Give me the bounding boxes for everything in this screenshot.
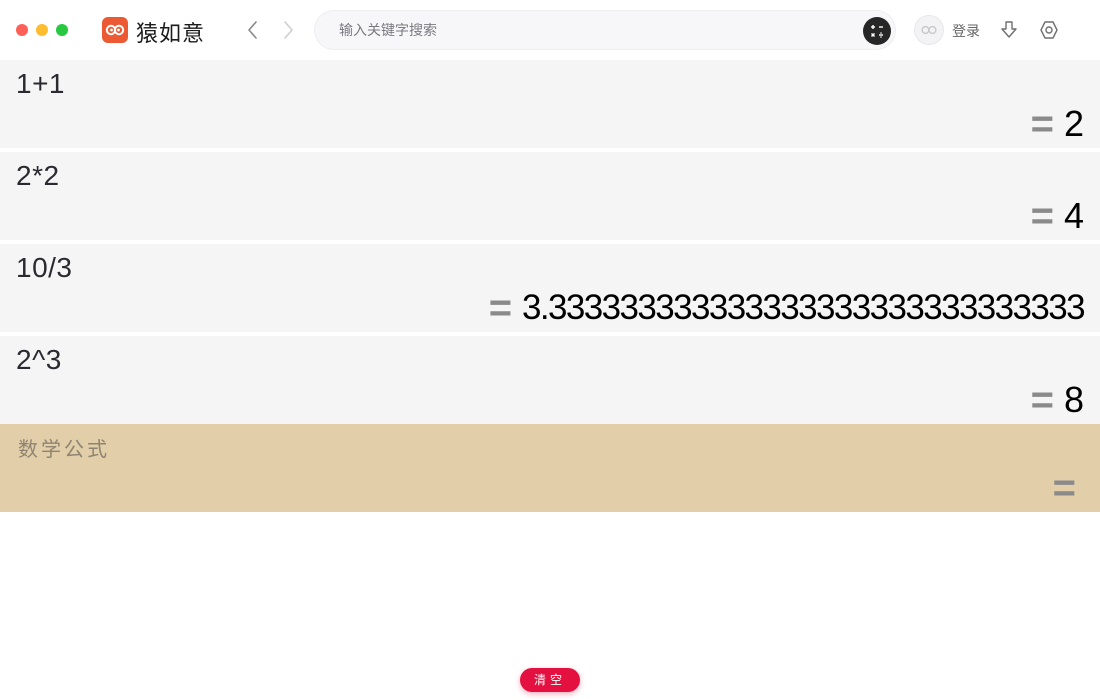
calculation-row[interactable]: 1+1 = 2 xyxy=(0,60,1100,148)
expression-text: 2^3 xyxy=(16,344,62,375)
search-box xyxy=(314,10,896,50)
expression-text: 10/3 xyxy=(16,252,73,283)
title-bar: 猿如意 登录 xyxy=(0,0,1100,60)
result-value: 2 xyxy=(1063,103,1084,144)
search-input[interactable] xyxy=(339,20,839,42)
calculation-row[interactable]: 2*2 = 4 xyxy=(0,152,1100,240)
result-area: = 4 xyxy=(1030,194,1084,238)
login-link[interactable]: 登录 xyxy=(952,21,980,41)
forward-button[interactable] xyxy=(278,18,298,42)
clear-button[interactable]: 清空 xyxy=(520,668,580,692)
equals-sign: = xyxy=(1030,194,1054,238)
equals-sign: = xyxy=(1052,466,1076,510)
expression-text: 1+1 xyxy=(16,68,65,99)
result-area: = 8 xyxy=(1030,378,1084,422)
calculation-row[interactable]: 2^3 = 8 xyxy=(0,336,1100,424)
back-button[interactable] xyxy=(243,18,263,42)
equals-sign: = xyxy=(1030,102,1054,146)
formula-input-row: = xyxy=(0,424,1100,512)
result-area: = 2 xyxy=(1030,102,1084,146)
result-value: 8 xyxy=(1063,379,1084,420)
calculation-list: 1+1 = 2 2*2 = 4 10/3 = 3.333333333333333… xyxy=(0,60,1100,428)
calculation-row[interactable]: 10/3 = 3.333333333333333333333333333333 xyxy=(0,244,1100,332)
minimize-window-button[interactable] xyxy=(36,24,48,36)
result-value: 4 xyxy=(1063,195,1084,236)
equals-sign: = xyxy=(488,286,513,330)
app-name: 猿如意 xyxy=(136,22,206,47)
chevron-right-icon xyxy=(284,21,293,39)
download-icon[interactable] xyxy=(998,19,1020,41)
user-avatar-icon xyxy=(921,25,937,35)
maximize-window-button[interactable] xyxy=(56,24,68,36)
calculator-icon[interactable] xyxy=(863,17,891,45)
result-value: 3.333333333333333333333333333333 xyxy=(522,288,1086,327)
settings-icon[interactable] xyxy=(1038,19,1060,41)
result-area: = 3.333333333333333333333333333333 xyxy=(488,286,1086,330)
chevron-left-icon xyxy=(248,21,257,39)
app-logo-icon xyxy=(102,17,128,43)
close-window-button[interactable] xyxy=(16,24,28,36)
expression-text: 2*2 xyxy=(16,160,60,191)
equals-sign: = xyxy=(1030,378,1054,422)
avatar[interactable] xyxy=(914,15,944,45)
formula-input[interactable] xyxy=(18,434,918,464)
